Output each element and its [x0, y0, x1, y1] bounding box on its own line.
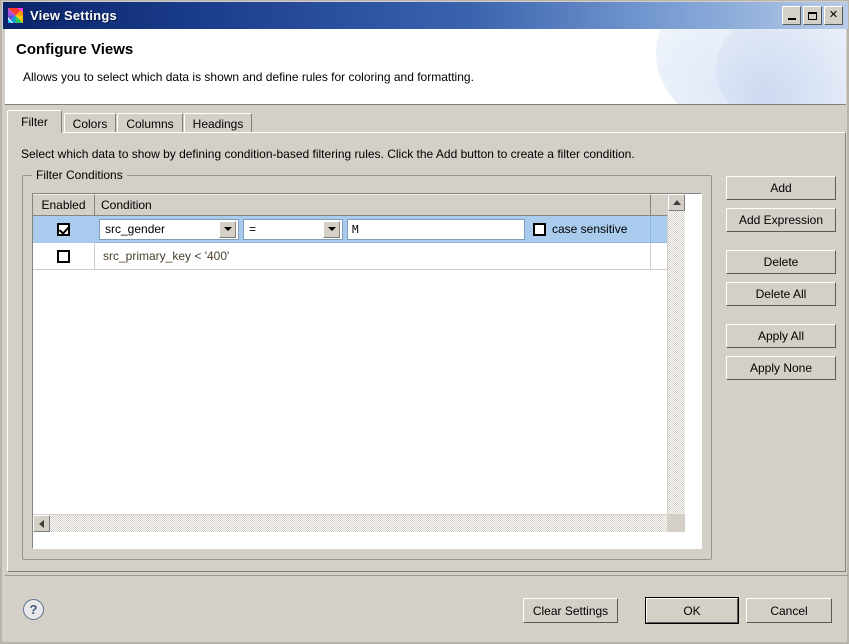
chevron-down-icon[interactable] — [323, 221, 340, 238]
close-icon: ✕ — [829, 10, 838, 21]
condition-field-dropdown[interactable]: src_gender — [99, 219, 239, 240]
delete-button[interactable]: Delete — [726, 250, 836, 274]
row-enabled-checkbox[interactable] — [57, 250, 70, 263]
row-condition-cell[interactable]: src_gender = M case sensitive — [95, 216, 651, 243]
tab-filter[interactable]: Filter — [7, 110, 62, 133]
page-subtitle: Allows you to select which data is shown… — [23, 70, 474, 84]
minimize-button[interactable] — [782, 6, 801, 25]
case-sensitive-checkbox[interactable] — [533, 223, 546, 236]
tab-columns[interactable]: Columns — [117, 113, 183, 133]
condition-operator-dropdown[interactable]: = — [243, 219, 343, 240]
filter-conditions-group-label: Filter Conditions — [32, 168, 127, 182]
window-title: View Settings — [30, 8, 117, 23]
row-condition-text[interactable]: src_primary_key < '400' — [95, 243, 651, 270]
column-header-enabled[interactable]: Enabled — [33, 194, 95, 216]
condition-value-input[interactable]: M — [347, 219, 525, 240]
chevron-left-icon — [39, 520, 44, 528]
page-title: Configure Views — [16, 41, 133, 58]
title-bar[interactable]: View Settings ✕ — [3, 2, 848, 29]
tab-bar: Filter Colors Columns Headings — [7, 110, 846, 133]
view-settings-dialog: View Settings ✕ Configure Views Allows y… — [0, 0, 849, 644]
filter-conditions-table: Enabled Condition src_gender — [32, 193, 702, 549]
maximize-icon — [808, 12, 817, 20]
filter-instruction-text: Select which data to show by defining co… — [21, 147, 635, 161]
clear-settings-button[interactable]: Clear Settings — [523, 598, 618, 623]
table-row[interactable]: src_gender = M case sensitive — [33, 216, 685, 243]
chevron-down-icon[interactable] — [219, 221, 236, 238]
chevron-up-icon — [673, 200, 681, 205]
table-vertical-scrollbar[interactable] — [667, 194, 685, 532]
close-button[interactable]: ✕ — [824, 6, 843, 25]
row-enabled-cell[interactable] — [33, 243, 95, 270]
table-horizontal-scrollbar[interactable] — [33, 514, 685, 532]
tab-filter-label: Filter — [21, 115, 48, 129]
table-header-row: Enabled Condition — [33, 194, 685, 216]
tab-colors[interactable]: Colors — [64, 113, 116, 133]
delete-all-button[interactable]: Delete All — [726, 282, 836, 306]
filter-conditions-table-body: Enabled Condition src_gender — [33, 194, 685, 532]
tab-columns-label: Columns — [126, 117, 173, 131]
minimize-icon — [788, 18, 796, 20]
window-controls: ✕ — [782, 6, 848, 25]
tab-headings-label: Headings — [193, 117, 244, 131]
case-sensitive-label: case sensitive — [552, 222, 627, 236]
filter-tab-panel: Select which data to show by defining co… — [7, 132, 846, 572]
table-row[interactable]: src_primary_key < '400' — [33, 243, 685, 270]
add-button[interactable]: Add — [726, 176, 836, 200]
tab-colors-label: Colors — [73, 117, 108, 131]
header-decoration-secondary-icon — [716, 29, 846, 105]
dialog-header: Configure Views Allows you to select whi… — [5, 29, 846, 105]
add-expression-button[interactable]: Add Expression — [726, 208, 836, 232]
help-icon[interactable]: ? — [23, 599, 44, 620]
ok-button[interactable]: OK — [646, 598, 738, 623]
row-enabled-cell[interactable] — [33, 216, 95, 243]
condition-operator-value: = — [244, 222, 323, 236]
scroll-left-button[interactable] — [33, 515, 50, 532]
scrollbar-corner — [667, 514, 685, 532]
footer-separator — [5, 575, 848, 576]
column-header-condition[interactable]: Condition — [95, 194, 651, 216]
scroll-up-button[interactable] — [668, 194, 685, 211]
maximize-button[interactable] — [803, 6, 822, 25]
rainbow-app-icon — [7, 7, 24, 24]
apply-none-button[interactable]: Apply None — [726, 356, 836, 380]
condition-field-value: src_gender — [100, 222, 219, 236]
tab-headings[interactable]: Headings — [184, 113, 252, 133]
apply-all-button[interactable]: Apply All — [726, 324, 836, 348]
cancel-button[interactable]: Cancel — [746, 598, 832, 623]
row-enabled-checkbox[interactable] — [57, 223, 70, 236]
